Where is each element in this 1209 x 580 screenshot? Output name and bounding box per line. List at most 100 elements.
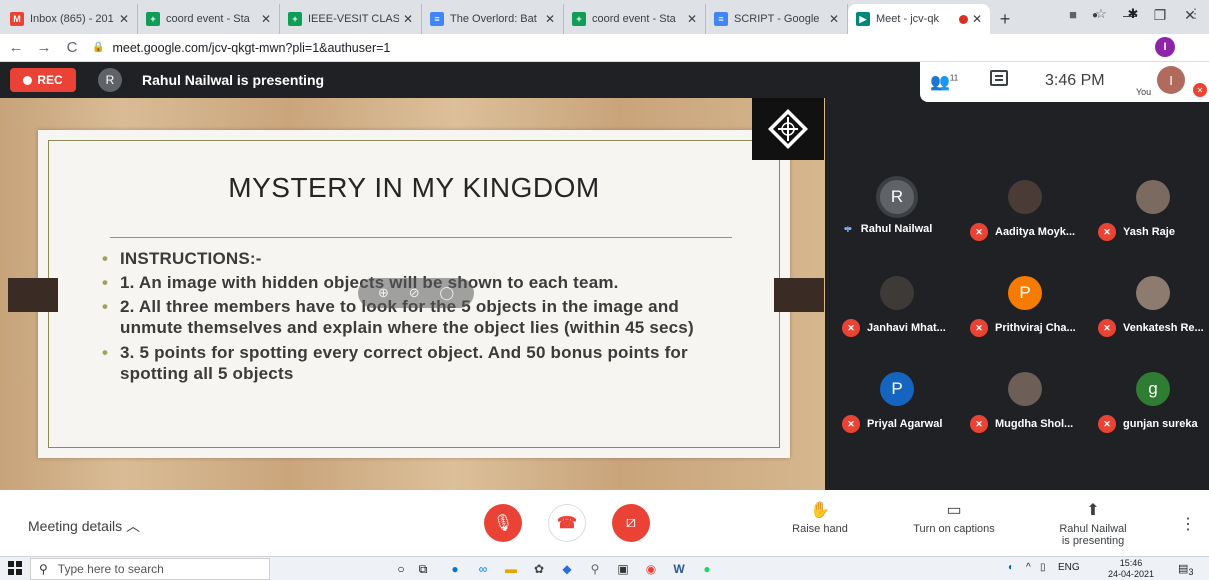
participant-tile[interactable]: ✕ Yash Raje — [1090, 180, 1209, 248]
browser-menu-icon[interactable]: ⋮ — [1184, 3, 1206, 25]
docs-icon: ≡ — [714, 12, 728, 26]
participant-tile[interactable]: ✕ Janhavi Mhat... — [834, 276, 962, 344]
chrome-icon[interactable]: ◉ — [642, 560, 660, 578]
browser-tab[interactable]: ▶ Meet - jcv-qk ✕ — [848, 4, 990, 34]
slide-title: MYSTERY IN MY KINGDOM — [228, 172, 600, 203]
participant-tile[interactable]: g ✕ gunjan sureka — [1090, 372, 1209, 440]
participant-name: gunjan sureka — [1123, 418, 1198, 430]
close-tab-icon[interactable]: ✕ — [545, 12, 555, 26]
cortana-icon[interactable]: ○ — [392, 560, 410, 578]
recording-badge: REC — [10, 68, 76, 92]
browser-tab[interactable]: + coord event - Sta ✕ — [564, 4, 706, 34]
new-tab-button[interactable]: + — [990, 4, 1020, 34]
more-options-icon[interactable]: ⋮ — [1180, 514, 1196, 534]
participant-avatar: P — [1008, 276, 1042, 310]
slide-bullets: INSTRUCTIONS:- 1. An image with hidden o… — [100, 248, 740, 387]
participant-name-row: ✕ Priyal Agarwal — [834, 415, 962, 433]
presentation-hover-controls[interactable]: ⊕ ⊘ ◯ — [358, 278, 474, 308]
more-icon[interactable]: ◯ — [440, 285, 455, 301]
close-tab-icon[interactable]: ✕ — [403, 12, 413, 26]
present-icon: ⬆ — [1086, 502, 1100, 519]
reload-icon[interactable]: C — [60, 36, 84, 60]
mute-icon[interactable]: ⊘ — [409, 285, 420, 301]
screen: M Inbox (865) - 201 ✕ + coord event - Sta ✕ + I… — [0, 0, 1209, 580]
recording-indicator-icon — [958, 14, 968, 24]
language-indicator[interactable]: ENG — [1058, 562, 1080, 573]
mic-muted-icon: ✕ — [970, 223, 988, 241]
participant-avatar — [1136, 276, 1170, 310]
people-count: 11 — [949, 73, 959, 83]
whatsapp-icon[interactable]: ● — [698, 560, 716, 578]
close-tab-icon[interactable]: ✕ — [829, 12, 839, 26]
browser-tab[interactable]: ≡ SCRIPT - Google ✕ — [706, 4, 848, 34]
notification-center-icon[interactable]: ▤3 — [1178, 562, 1194, 577]
browser-tab[interactable]: + IEEE-VESIT CLASH ✕ — [280, 4, 422, 34]
dropbox-icon[interactable]: ◆ — [558, 560, 576, 578]
participant-tile[interactable]: P ✕ Priyal Agarwal — [834, 372, 962, 440]
edge-icon[interactable]: ● — [446, 560, 464, 578]
tab-title: IEEE-VESIT CLASH — [308, 13, 399, 25]
captions-icon: ▭ — [946, 502, 962, 519]
participant-avatar — [1008, 180, 1042, 214]
participant-tile[interactable]: ✕ Aaditya Moyk... — [962, 180, 1090, 248]
close-tab-icon[interactable]: ✕ — [119, 12, 129, 26]
back-icon[interactable]: ← — [4, 36, 28, 60]
gmail-icon: M — [10, 12, 24, 26]
participant-name-row: ✕ gunjan sureka — [1090, 415, 1209, 433]
extensions-icon[interactable]: ✱ — [1122, 3, 1144, 25]
file-explorer-icon[interactable]: ▬ — [502, 560, 520, 578]
presenting-button[interactable]: ⬆ Rahul Nailwal is presenting — [1048, 500, 1138, 547]
self-avatar: I — [1157, 66, 1185, 94]
browser-tab[interactable]: + coord event - Sta ✕ — [138, 4, 280, 34]
chevron-up-icon: ︿ — [126, 518, 141, 534]
participant-tile[interactable]: P ✕ Prithviraj Cha... — [962, 276, 1090, 344]
bookmark-star-icon[interactable]: ☆ — [1090, 3, 1112, 25]
participant-avatar: g — [1136, 372, 1170, 406]
url-input[interactable]: 🔒 meet.google.com/jcv-qkgt-mwn?pli=1&aut… — [92, 37, 1142, 59]
network-icon[interactable]: ◐ — [1008, 562, 1014, 573]
participant-tile[interactable]: ✕ Mugdha Shol... — [962, 372, 1090, 440]
mic-off-button[interactable]: 🎙 — [484, 504, 522, 542]
meeting-details-button[interactable]: Meeting details ︿ — [28, 516, 140, 536]
forward-icon[interactable]: → — [32, 36, 56, 60]
people-icon[interactable]: 👥11 — [930, 72, 958, 92]
xbox-icon[interactable]: ∞ — [474, 560, 492, 578]
close-tab-icon[interactable]: ✕ — [261, 12, 271, 26]
camera-off-button[interactable]: ⧄ — [612, 504, 650, 542]
tab-title: Inbox (865) - 201 — [30, 13, 114, 25]
windows-start-icon[interactable] — [8, 561, 22, 575]
profile-avatar[interactable]: I — [1155, 37, 1175, 57]
docs-icon: ≡ — [430, 12, 444, 26]
participant-name-row: •ı• Rahul Nailwal — [834, 223, 962, 235]
slide-peg-right — [774, 278, 824, 312]
taskbar-search-input[interactable]: ⚲ Type here to search — [30, 558, 270, 580]
task-view-icon[interactable]: ⧉ — [414, 560, 432, 578]
chat-icon[interactable] — [990, 70, 1008, 86]
taskbar-clock[interactable]: 15:46 24-04-2021 — [1100, 558, 1162, 580]
participant-name-row: ✕ Venkatesh Re... — [1090, 319, 1209, 337]
mic-muted-icon: ✕ — [1098, 415, 1116, 433]
self-label: You — [1136, 87, 1152, 97]
tray-chevron-icon[interactable]: ^ — [1026, 562, 1031, 573]
browser-tab[interactable]: M Inbox (865) - 201 ✕ — [2, 4, 138, 34]
participant-tile[interactable]: ✕ Venkatesh Re... — [1090, 276, 1209, 344]
captions-button[interactable]: ▭ Turn on captions — [900, 500, 1008, 535]
hand-icon: ✋ — [810, 502, 830, 519]
camera-permission-icon[interactable]: ■ — [1062, 3, 1084, 25]
raise-hand-button[interactable]: ✋ Raise hand — [786, 500, 854, 535]
close-tab-icon[interactable]: ✕ — [687, 12, 697, 26]
tab-title: Meet - jcv-qk — [876, 13, 939, 25]
participant-name-row: ✕ Mugdha Shol... — [962, 415, 1090, 433]
store-icon[interactable]: ▣ — [614, 560, 632, 578]
leave-call-button[interactable]: ☎ — [548, 504, 586, 542]
browser-tab[interactable]: ≡ The Overlord: Bat ✕ — [422, 4, 564, 34]
magnifier-icon[interactable]: ⚲ — [586, 560, 604, 578]
pin-icon[interactable]: ⊕ — [378, 285, 389, 301]
participant-tile[interactable]: R •ı• Rahul Nailwal — [834, 180, 962, 248]
close-tab-icon[interactable]: ✕ — [972, 12, 982, 26]
battery-icon: ▯ — [1040, 562, 1046, 573]
settings-icon[interactable]: ✿ — [530, 560, 548, 578]
slide-peg-left — [8, 278, 58, 312]
word-icon[interactable]: W — [670, 560, 688, 578]
slide-bullet: 3. 5 points for spotting every correct o… — [100, 342, 740, 384]
